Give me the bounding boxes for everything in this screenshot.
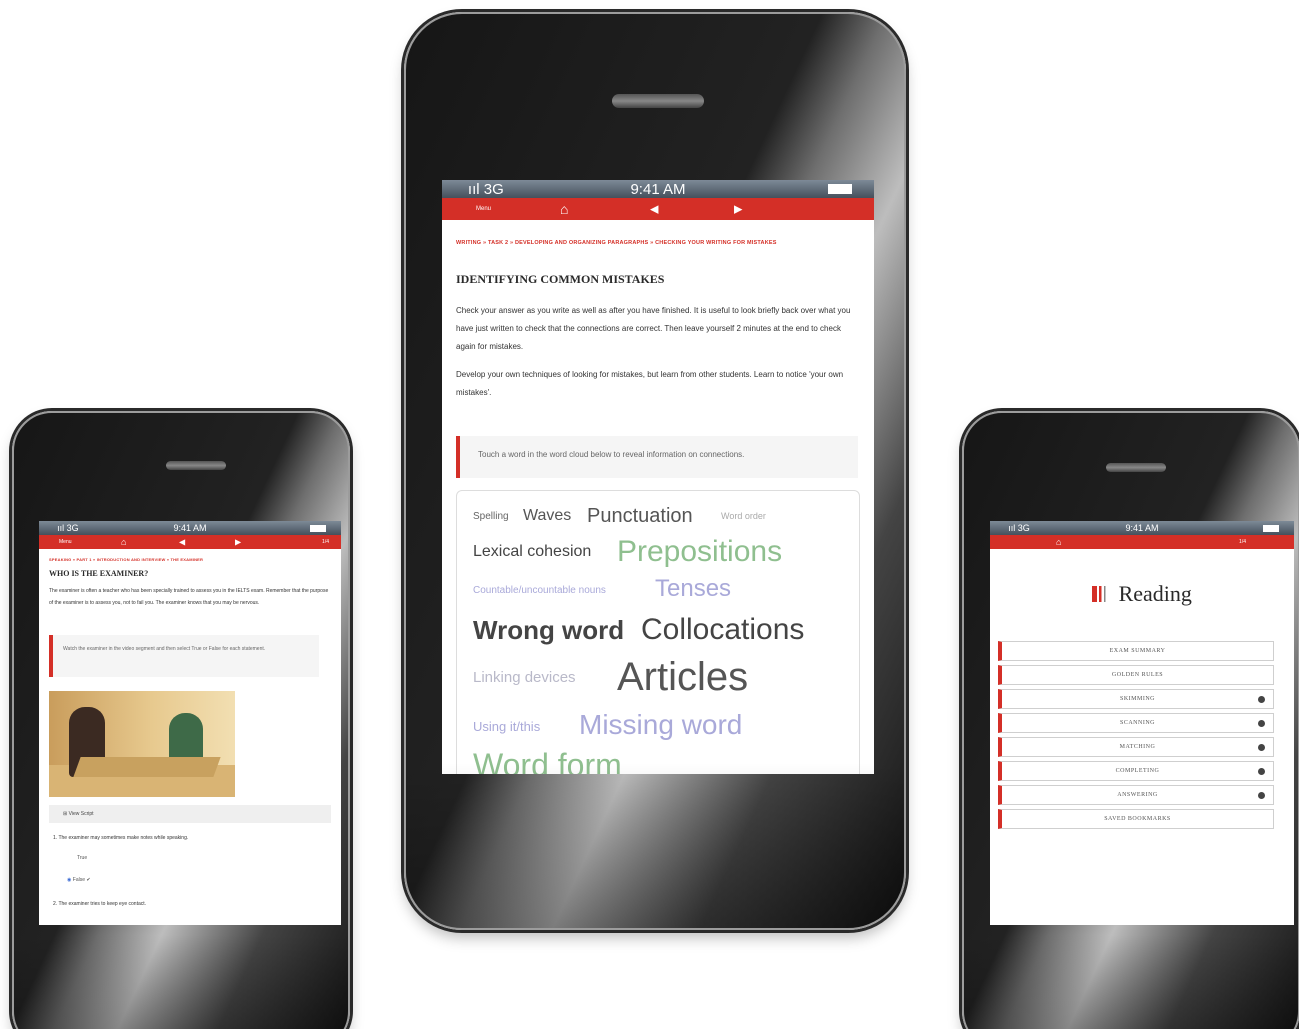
left-arrow-icon[interactable]: ◀ bbox=[179, 538, 185, 547]
menu-button[interactable]: Menu bbox=[476, 206, 491, 212]
reading-menu-item-label: EXAM SUMMARY bbox=[1109, 648, 1166, 654]
progress-dot-icon bbox=[1258, 744, 1265, 751]
page-indicator: 1/4 bbox=[1239, 539, 1246, 545]
home-icon[interactable]: ⌂ bbox=[121, 537, 126, 547]
clock: 9:41 AM bbox=[1125, 523, 1159, 533]
reading-menu-item[interactable]: EXAM SUMMARY bbox=[998, 641, 1274, 661]
breadcrumb[interactable]: WRITING » TASK 2 » DEVELOPING AND ORGANI… bbox=[456, 238, 842, 249]
clock: 9:41 AM bbox=[173, 523, 207, 533]
video-table bbox=[73, 757, 221, 777]
reading-menu-item[interactable]: GOLDEN RULES bbox=[998, 665, 1274, 685]
cloud-word-using-itthis[interactable]: Using it/this bbox=[473, 719, 540, 734]
status-bar: ııl 3G 9:41 AM bbox=[990, 521, 1294, 535]
word-cloud: Spelling Waves Punctuation Word order Le… bbox=[456, 490, 860, 774]
cloud-word-missing-word[interactable]: Missing word bbox=[579, 709, 742, 741]
nav-bar: Menu ⌂ ◀ ▶ bbox=[442, 198, 874, 220]
earpiece-speaker bbox=[166, 461, 226, 470]
reading-menu-item-label: COMPLETING bbox=[1115, 768, 1160, 774]
battery-icon bbox=[828, 184, 853, 194]
reading-menu-item-label: SAVED BOOKMARKS bbox=[1104, 816, 1171, 822]
cloud-word-lexical-cohesion[interactable]: Lexical cohesion bbox=[473, 543, 591, 561]
section-title: Reading bbox=[1118, 581, 1192, 606]
reading-menu-item-label: SCANNING bbox=[1119, 720, 1155, 726]
reading-menu-item[interactable]: SAVED BOOKMARKS bbox=[998, 809, 1274, 829]
earpiece-speaker bbox=[612, 94, 704, 108]
page-title: IDENTIFYING COMMON MISTAKES bbox=[456, 272, 665, 286]
page-title: WHO IS THE EXAMINER? bbox=[49, 569, 149, 578]
reading-menu-item-label: ANSWERING bbox=[1117, 792, 1158, 798]
cloud-word-countable[interactable]: Countable/uncountable nouns bbox=[473, 585, 606, 596]
battery-icon bbox=[309, 524, 326, 532]
intro-paragraph: The examiner is often a teacher who has … bbox=[49, 588, 329, 606]
question-2: 2. The examiner tries to keep eye contac… bbox=[53, 901, 147, 907]
menu-button[interactable]: Menu bbox=[59, 539, 72, 545]
reading-menu-item[interactable]: SCANNING bbox=[998, 713, 1274, 733]
intro-paragraph: Check your answer as you write as well a… bbox=[456, 306, 851, 351]
reading-menu-item[interactable]: MATCHING bbox=[998, 737, 1274, 757]
progress-dot-icon bbox=[1258, 792, 1265, 799]
page-indicator: 1/4 bbox=[322, 539, 329, 545]
phone-center: ııl 3G 9:41 AM Menu ⌂ ◀ ▶ WRITING » TASK… bbox=[404, 12, 906, 930]
progress-dot-icon bbox=[1258, 720, 1265, 727]
breadcrumb[interactable]: SPEAKING » PART 1 » INTRODUCTION AND INT… bbox=[49, 557, 331, 562]
right-arrow-icon[interactable]: ▶ bbox=[734, 203, 742, 216]
cloud-word-linking-devices[interactable]: Linking devices bbox=[473, 669, 576, 686]
instruction-callout: Watch the examiner in the video segment … bbox=[49, 635, 319, 677]
instruction-callout: Touch a word in the word cloud below to … bbox=[456, 436, 858, 478]
cloud-word-word-form[interactable]: Word form bbox=[473, 747, 622, 774]
clock: 9:41 AM bbox=[630, 180, 686, 198]
reading-menu-item[interactable]: SKIMMING bbox=[998, 689, 1274, 709]
view-script-bar[interactable]: ⊞ View Script bbox=[49, 805, 331, 823]
cloud-word-tenses[interactable]: Tenses bbox=[655, 575, 731, 603]
screen-left: ııl 3G 9:41 AM Menu ⌂ ◀ ▶ 1/4 SPEAKING »… bbox=[39, 521, 341, 925]
status-bar: ııl 3G 9:41 AM bbox=[39, 521, 341, 535]
books-icon bbox=[1092, 586, 1109, 602]
answer-false-label: False ✔ bbox=[72, 877, 91, 883]
home-icon[interactable]: ⌂ bbox=[1056, 537, 1061, 547]
nav-bar: Menu ⌂ ◀ ▶ 1/4 bbox=[39, 535, 341, 549]
cloud-word-waves[interactable]: Waves bbox=[523, 507, 571, 525]
earpiece-speaker bbox=[1106, 463, 1166, 472]
screen-right: ııl 3G 9:41 AM ⌂ 1/4 Reading EXAM SUMMAR… bbox=[990, 521, 1294, 925]
answer-false[interactable]: ◉ False ✔ bbox=[67, 877, 91, 883]
reading-menu-item-label: GOLDEN RULES bbox=[1111, 672, 1164, 678]
cloud-word-spelling[interactable]: Spelling bbox=[473, 511, 509, 522]
reading-menu-item-label: MATCHING bbox=[1119, 744, 1156, 750]
view-script-label: View Script bbox=[68, 811, 94, 817]
right-arrow-icon[interactable]: ▶ bbox=[235, 538, 241, 547]
cloud-word-articles[interactable]: Articles bbox=[617, 655, 748, 700]
cloud-word-word-order[interactable]: Word order bbox=[721, 511, 766, 521]
answer-true[interactable]: True bbox=[77, 855, 87, 861]
reading-menu: EXAM SUMMARY GOLDEN RULES SKIMMING SCANNING… bbox=[998, 641, 1274, 851]
video-thumbnail[interactable] bbox=[49, 691, 235, 797]
battery-icon bbox=[1262, 524, 1279, 532]
phone-left: ııl 3G 9:41 AM Menu ⌂ ◀ ▶ 1/4 SPEAKING »… bbox=[12, 411, 350, 1029]
left-arrow-icon[interactable]: ◀ bbox=[650, 203, 658, 216]
reading-menu-item[interactable]: ANSWERING bbox=[998, 785, 1274, 805]
home-icon[interactable]: ⌂ bbox=[560, 201, 568, 217]
nav-bar: ⌂ 1/4 bbox=[990, 535, 1294, 549]
cloud-word-wrong-word[interactable]: Wrong word bbox=[473, 615, 624, 646]
progress-dot-icon bbox=[1258, 768, 1265, 775]
cloud-word-collocations[interactable]: Collocations bbox=[641, 613, 804, 647]
status-bar: ııl 3G 9:41 AM bbox=[442, 180, 874, 198]
cloud-word-punctuation[interactable]: Punctuation bbox=[587, 505, 693, 528]
question-1: 1. The examiner may sometimes make notes… bbox=[53, 835, 189, 841]
section-header: Reading bbox=[990, 581, 1294, 607]
second-paragraph: Develop your own techniques of looking f… bbox=[456, 370, 844, 397]
phone-right: ııl 3G 9:41 AM ⌂ 1/4 Reading EXAM SUMMAR… bbox=[962, 411, 1299, 1029]
cloud-word-prepositions[interactable]: Prepositions bbox=[617, 535, 782, 569]
progress-dot-icon bbox=[1258, 696, 1265, 703]
reading-menu-item[interactable]: COMPLETING bbox=[998, 761, 1274, 781]
screen-center: ııl 3G 9:41 AM Menu ⌂ ◀ ▶ WRITING » TASK… bbox=[442, 180, 874, 774]
reading-menu-item-label: SKIMMING bbox=[1119, 696, 1155, 702]
